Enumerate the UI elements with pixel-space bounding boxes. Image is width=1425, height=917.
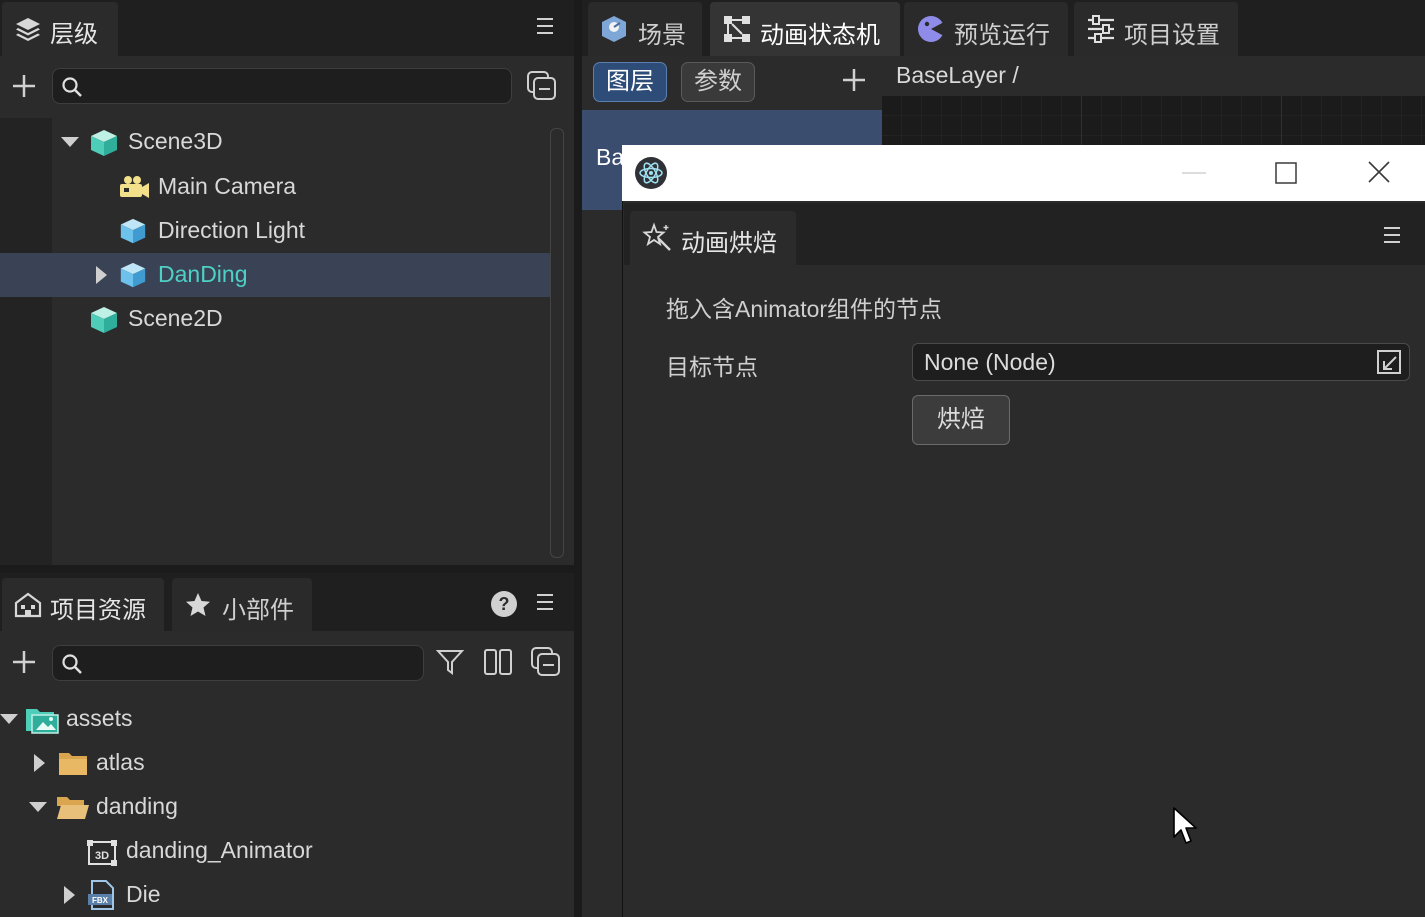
tree-item-label: danding_Animator [126,837,313,863]
tree-item-main-camera[interactable]: Main Camera [0,165,550,209]
asset-item-assets[interactable]: assets [0,697,574,741]
menu-icon[interactable] [537,18,553,36]
breadcrumb[interactable]: BaseLayer / [896,62,1019,89]
tree-item-direction-light[interactable]: Direction Light [0,209,550,253]
chevron-right-icon[interactable] [64,886,75,904]
tree-item-label: assets [66,705,133,731]
tab-project-assets[interactable]: 项目资源 [2,578,164,632]
plus-icon[interactable] [11,649,37,675]
collapse-icon[interactable] [530,646,562,678]
bake-window-titlebar[interactable] [622,145,1425,201]
search-icon [62,77,82,97]
tree-item-label: Direction Light [158,217,306,243]
camera-icon [120,176,149,198]
tab-label: 小部件 [222,597,294,624]
tree-item-danding[interactable]: DanDing [0,253,550,297]
subtab-layers[interactable]: 图层 [593,62,667,102]
target-node-label: 目标节点 [666,354,758,380]
add-layer-icon[interactable] [841,67,867,93]
tab-scene[interactable]: 场景 [588,2,702,56]
cube-icon [120,218,146,244]
help-icon[interactable]: ? [489,589,519,619]
bake-button[interactable]: 烘焙 [912,395,1010,445]
tree-item-label: Scene3D [128,128,223,154]
tree-item-scene2d[interactable]: Scene2D [0,297,550,341]
tab-label: 动画状态机 [760,22,880,49]
tab-preview-run[interactable]: 预览运行 [904,2,1068,56]
tree-item-label: DanDing [158,261,248,287]
cube-icon [91,130,117,156]
asset-item-die[interactable]: FBX Die [0,873,574,917]
cursor-icon [1173,807,1197,844]
folder-icon [26,709,59,734]
chevron-down-icon[interactable] [29,802,47,812]
tree-item-label: danding [96,793,178,819]
asset-item-danding-animator[interactable]: 3D danding_Animator [0,829,574,873]
hierarchy-scrollbar[interactable] [550,128,564,558]
tab-project-settings[interactable]: 项目设置 [1074,2,1238,56]
state-machine-icon [724,16,750,42]
folder-open-icon [57,797,89,819]
star-icon [186,593,210,616]
tab-label: 层级 [50,21,98,48]
cube-icon [120,262,146,288]
play-icon [918,16,944,42]
filter-icon[interactable] [436,648,464,676]
tab-animation-state-machine[interactable]: 动画状态机 [710,2,900,56]
maximize-icon[interactable] [1275,162,1297,184]
folder-icon [59,753,87,775]
node-picker-icon[interactable] [1376,349,1402,375]
tab-label: 场景 [638,22,686,49]
layers-icon [16,18,40,41]
hierarchy-search-input[interactable] [52,68,512,104]
tab-animation-bake[interactable]: 动画烘焙 [630,211,796,265]
badge-text: 3D [95,850,109,862]
cube-icon [91,307,117,333]
asset-item-atlas[interactable]: atlas [0,741,574,785]
chevron-right-icon[interactable] [96,266,107,284]
settings-icon [1088,15,1114,43]
home-icon [14,592,42,618]
tree-item-scene3d[interactable]: Scene3D [0,120,550,164]
search-icon [62,654,82,674]
plus-icon[interactable] [11,73,37,99]
animator-3d-icon: 3D [87,840,117,866]
tree-item-label: Main Camera [158,173,297,199]
scene-icon [602,16,626,42]
bake-hint-text: 拖入含Animator组件的节点 [666,296,943,322]
assets-search-input[interactable] [52,645,424,681]
chevron-down-icon[interactable] [0,714,18,724]
menu-icon[interactable] [1384,227,1400,245]
asset-item-danding[interactable]: danding [0,785,574,829]
target-node-value: None (Node) [924,349,1056,375]
menu-icon[interactable] [537,594,553,612]
badge-text: FBX [92,896,109,905]
tab-widgets[interactable]: 小部件 [172,578,312,632]
minimize-icon[interactable] [1182,171,1206,175]
tree-item-label: Scene2D [128,305,223,331]
tab-label: 项目资源 [50,597,146,624]
close-icon[interactable] [1368,161,1390,183]
svg-text:?: ? [499,594,510,614]
tab-label: 项目设置 [1124,22,1220,49]
magic-wand-icon [642,222,671,251]
tab-label: 动画烘焙 [681,230,777,257]
tree-item-label: atlas [96,749,145,775]
chevron-right-icon[interactable] [34,754,45,772]
chevron-down-icon[interactable] [61,137,79,147]
app-logo-icon [635,157,667,189]
target-node-field[interactable]: None (Node) [912,343,1410,381]
tab-label: 预览运行 [954,22,1050,49]
tab-hierarchy[interactable]: 层级 [2,2,118,56]
layer-item-label: Ba [596,144,625,170]
subtab-parameters[interactable]: 参数 [681,62,755,102]
columns-icon[interactable] [483,647,513,677]
tree-item-label: Die [126,881,161,907]
fbx-file-icon: FBX [88,880,114,910]
collapse-icon[interactable] [526,70,558,102]
